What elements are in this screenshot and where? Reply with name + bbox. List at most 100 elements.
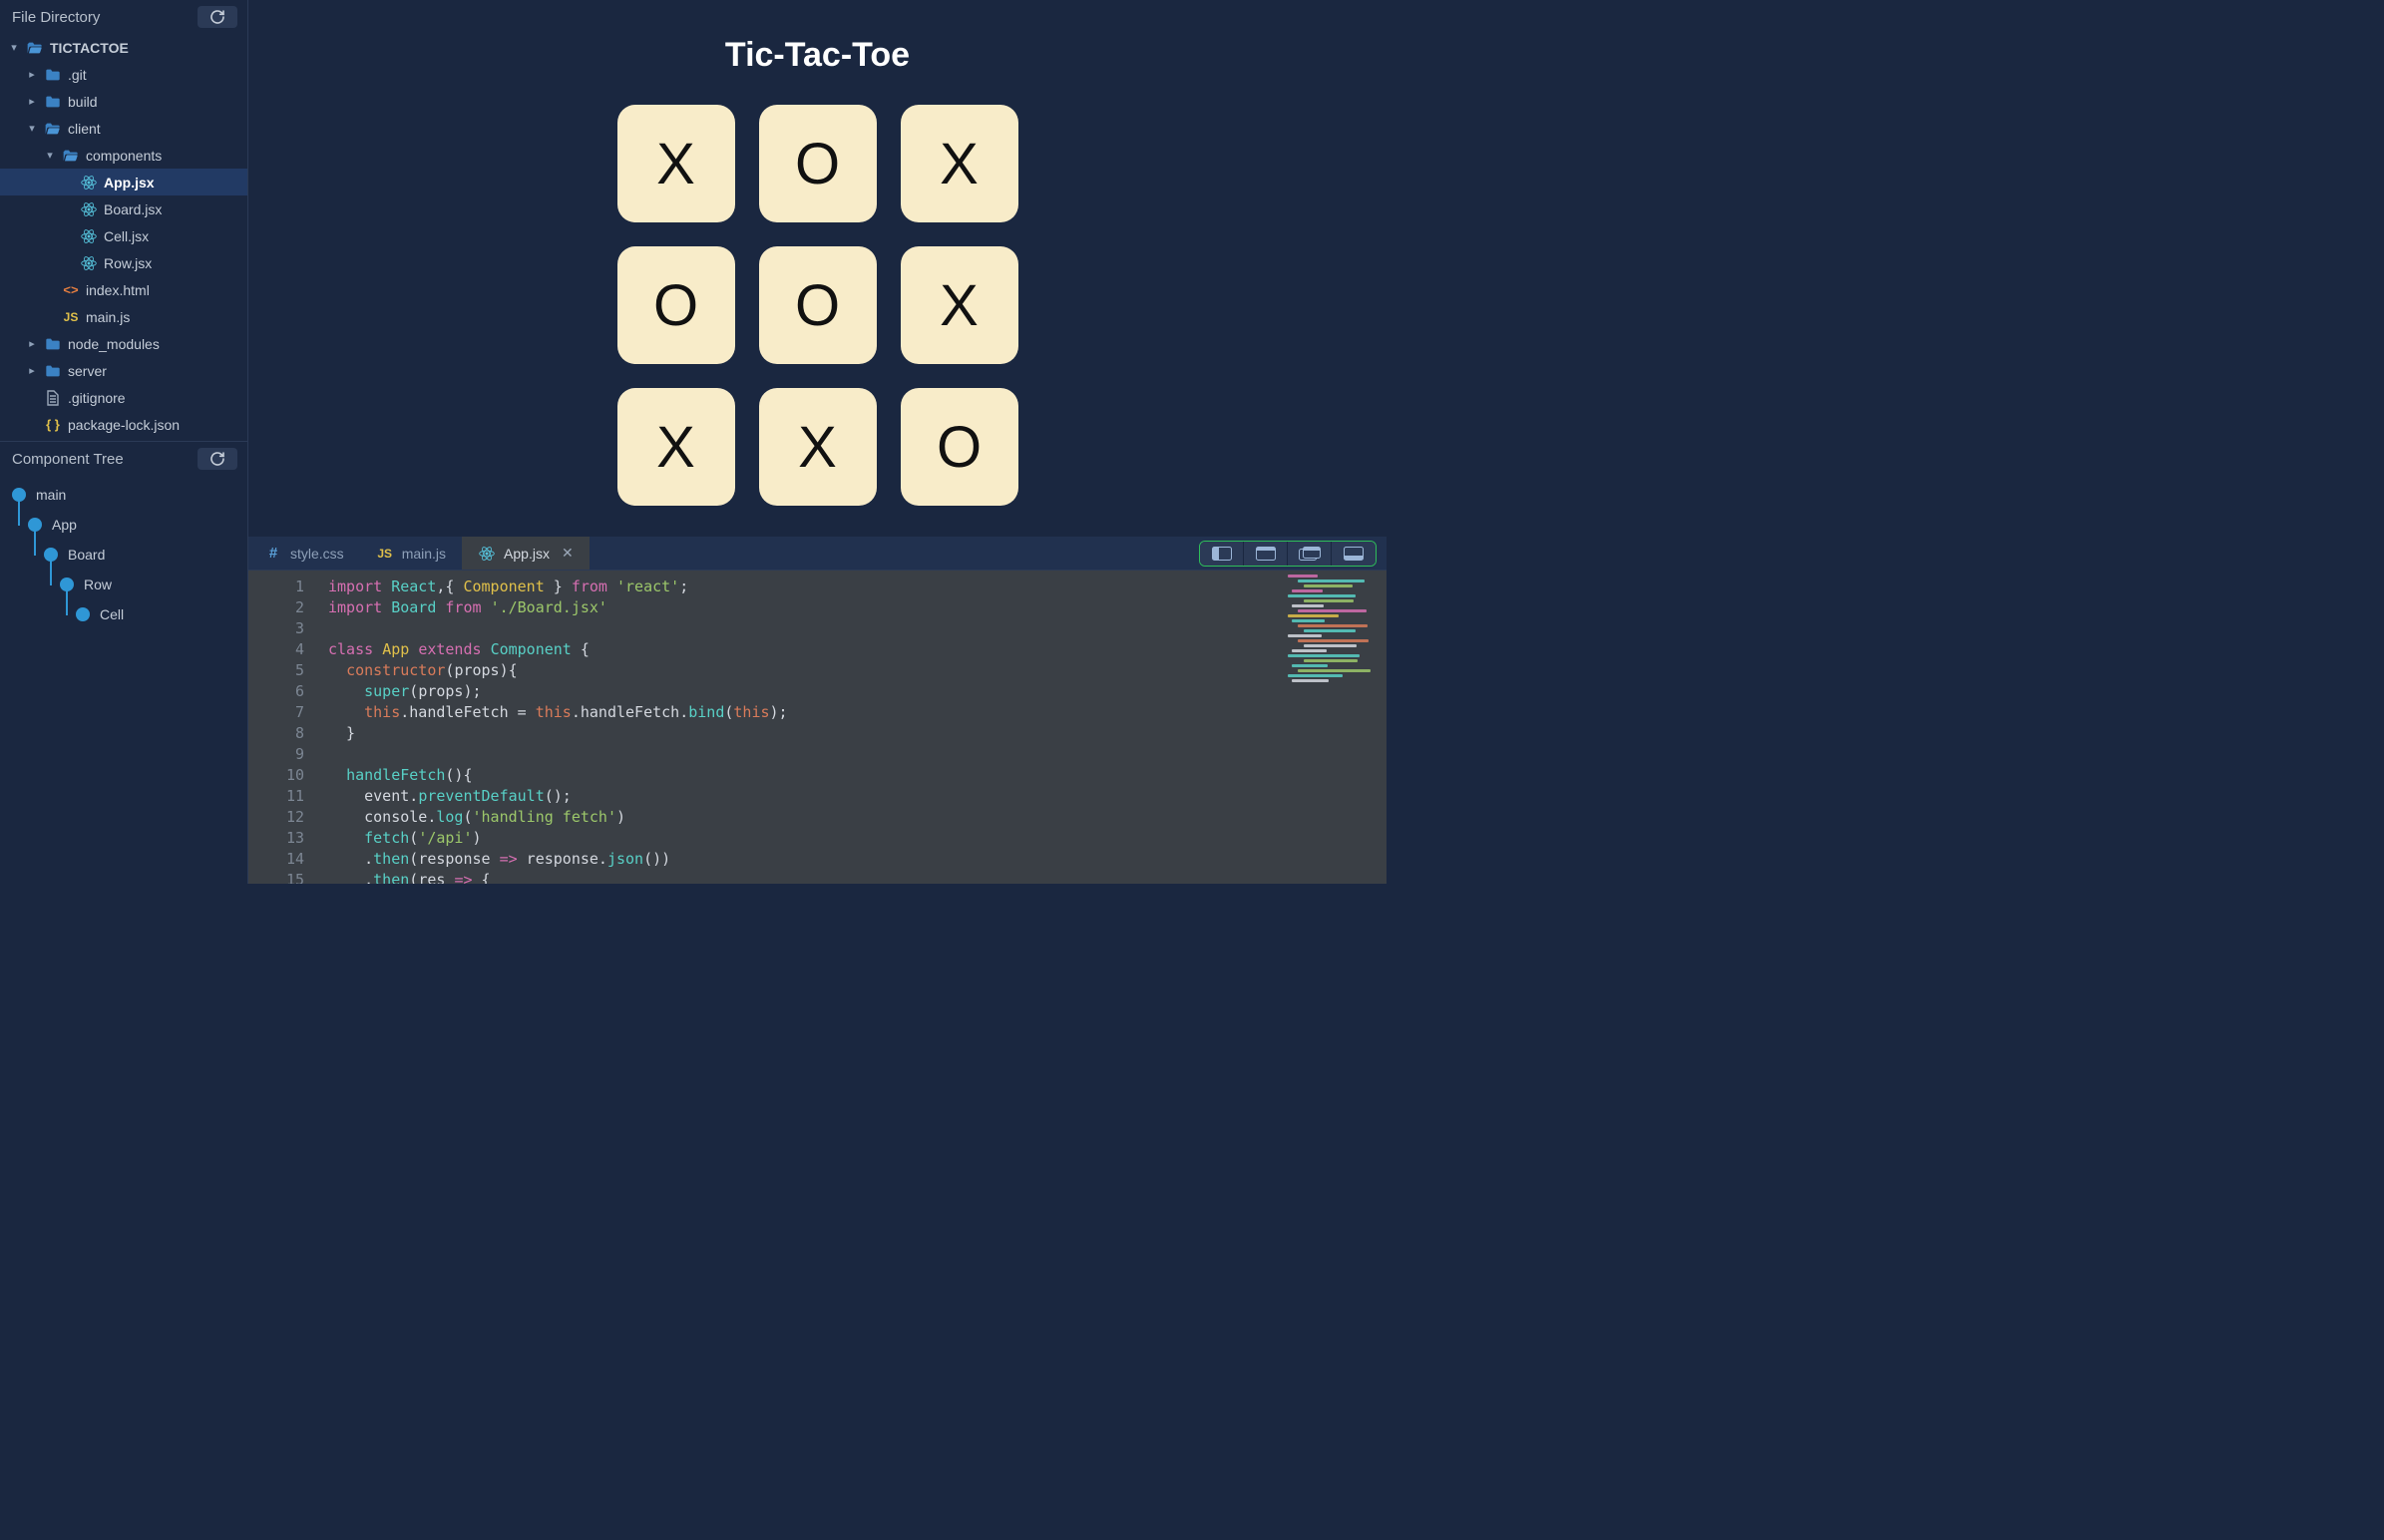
file-tree-item[interactable]: Board.jsx bbox=[0, 195, 247, 222]
file-directory-header: File Directory bbox=[0, 0, 247, 34]
folder-icon bbox=[44, 337, 62, 351]
component-tree-item-label: Board bbox=[68, 547, 105, 563]
file-tree-item[interactable]: Cell.jsx bbox=[0, 222, 247, 249]
chevron-right-icon[interactable]: ▸ bbox=[26, 95, 38, 108]
file-tree-item[interactable]: { }package-lock.json bbox=[0, 411, 247, 438]
layout-bottom-button[interactable] bbox=[1332, 542, 1376, 566]
folder-icon bbox=[44, 68, 62, 82]
file-tree[interactable]: ▾TICTACTOE▸.git▸build▾client▾components A… bbox=[0, 34, 247, 441]
node-dot-icon bbox=[28, 518, 42, 532]
layout-single-button[interactable] bbox=[1244, 542, 1288, 566]
board-cell[interactable]: X bbox=[901, 246, 1018, 364]
board-cell[interactable]: X bbox=[617, 388, 735, 506]
code-line: event.preventDefault(); bbox=[328, 786, 1387, 807]
file-tree-item[interactable]: ▸server bbox=[0, 357, 247, 384]
main: Tic-Tac-Toe XOXOOXXXO #style.cssJSmain.j… bbox=[248, 0, 1387, 884]
code-line: fetch('/api') bbox=[328, 828, 1387, 849]
file-tree-item[interactable]: Row.jsx bbox=[0, 249, 247, 276]
code-line: console.log('handling fetch') bbox=[328, 807, 1387, 828]
chevron-right-icon[interactable]: ▸ bbox=[26, 337, 38, 350]
line-number: 6 bbox=[248, 681, 304, 702]
board-cell[interactable]: O bbox=[617, 246, 735, 364]
editor-tab-label: style.css bbox=[290, 546, 344, 562]
refresh-file-tree-button[interactable] bbox=[198, 6, 237, 28]
file-tree-item[interactable]: ▸.git bbox=[0, 61, 247, 88]
file-tree-item-label: node_modules bbox=[68, 336, 247, 352]
folder-open-icon bbox=[62, 149, 80, 163]
component-tree-header: Component Tree bbox=[0, 442, 247, 476]
js-icon: JS bbox=[376, 547, 394, 561]
editor-layout-actions bbox=[1199, 541, 1377, 567]
component-tree-item[interactable]: Row bbox=[60, 570, 247, 599]
line-number: 7 bbox=[248, 702, 304, 723]
component-tree-item[interactable]: App bbox=[28, 510, 247, 540]
line-number: 12 bbox=[248, 807, 304, 828]
file-tree-item[interactable]: <> index.html bbox=[0, 276, 247, 303]
file-tree-item[interactable]: ▾TICTACTOE bbox=[0, 34, 247, 61]
code-line: class App extends Component { bbox=[328, 639, 1387, 660]
editor-tab[interactable]: App.jsx✕ bbox=[462, 537, 590, 570]
file-tree-item[interactable]: .gitignore bbox=[0, 384, 247, 411]
file-tree-item[interactable]: App.jsx bbox=[0, 169, 247, 195]
tictactoe-board: XOXOOXXXO bbox=[617, 105, 1018, 506]
folder-icon bbox=[44, 95, 62, 109]
code-editor: #style.cssJSmain.jsApp.jsx✕ bbox=[248, 537, 1387, 884]
board-cell[interactable]: O bbox=[759, 246, 877, 364]
file-tree-item-label: .gitignore bbox=[68, 390, 247, 406]
panel-stack-icon bbox=[1299, 547, 1321, 561]
file-tree-item[interactable]: ▾client bbox=[0, 115, 247, 142]
file-tree-item[interactable]: ▸build bbox=[0, 88, 247, 115]
component-tree-item-label: App bbox=[52, 517, 77, 533]
html-icon: <> bbox=[62, 282, 80, 297]
folder-icon bbox=[44, 364, 62, 378]
board-cell[interactable]: O bbox=[901, 388, 1018, 506]
chevron-down-icon[interactable]: ▾ bbox=[8, 41, 20, 54]
layout-split-left-button[interactable] bbox=[1200, 542, 1244, 566]
board-cell[interactable]: X bbox=[759, 388, 877, 506]
file-tree-item[interactable]: ▾components bbox=[0, 142, 247, 169]
code-content[interactable]: import React,{ Component } from 'react';… bbox=[320, 571, 1387, 884]
line-number: 11 bbox=[248, 786, 304, 807]
line-number: 13 bbox=[248, 828, 304, 849]
board-cell[interactable]: X bbox=[617, 105, 735, 222]
component-tree-item[interactable]: Board bbox=[44, 540, 247, 570]
chevron-right-icon[interactable]: ▸ bbox=[26, 68, 38, 81]
editor-tab[interactable]: JSmain.js bbox=[360, 537, 462, 570]
code-line: import Board from './Board.jsx' bbox=[328, 597, 1387, 618]
component-tree[interactable]: main App Board Row Cell bbox=[0, 476, 247, 639]
component-tree-item[interactable]: main bbox=[12, 480, 247, 510]
line-number: 10 bbox=[248, 765, 304, 786]
react-icon bbox=[80, 175, 98, 191]
component-tree-item-label: main bbox=[36, 487, 66, 503]
file-tree-item[interactable]: JSmain.js bbox=[0, 303, 247, 330]
line-gutter: 123456789101112131415 bbox=[248, 571, 320, 884]
chevron-down-icon[interactable]: ▾ bbox=[26, 122, 38, 135]
chevron-down-icon[interactable]: ▾ bbox=[44, 149, 56, 162]
code-line: import React,{ Component } from 'react'; bbox=[328, 577, 1387, 597]
editor-tab[interactable]: #style.css bbox=[248, 537, 360, 570]
panel-left-icon bbox=[1212, 547, 1232, 561]
file-tree-item-label: App.jsx bbox=[104, 175, 247, 191]
refresh-component-tree-button[interactable] bbox=[198, 448, 237, 470]
file-tree-item-label: index.html bbox=[86, 282, 247, 298]
app-preview: Tic-Tac-Toe XOXOOXXXO bbox=[248, 0, 1387, 537]
node-dot-icon bbox=[60, 578, 74, 591]
preview-title: Tic-Tac-Toe bbox=[725, 36, 910, 75]
component-tree-item[interactable]: Cell bbox=[76, 599, 247, 629]
folder-open-icon bbox=[26, 41, 44, 55]
file-tree-item[interactable]: ▸ node_modules bbox=[0, 330, 247, 357]
chevron-right-icon[interactable]: ▸ bbox=[26, 364, 38, 377]
board-cell[interactable]: X bbox=[901, 105, 1018, 222]
node-dot-icon bbox=[76, 607, 90, 621]
code-area[interactable]: 123456789101112131415 import React,{ Com… bbox=[248, 571, 1387, 884]
close-tab-icon[interactable]: ✕ bbox=[562, 545, 574, 562]
react-icon bbox=[80, 201, 98, 217]
board-cell[interactable]: O bbox=[759, 105, 877, 222]
node-dot-icon bbox=[44, 548, 58, 562]
layout-stack-button[interactable] bbox=[1288, 542, 1332, 566]
refresh-icon bbox=[209, 9, 225, 25]
code-line: super(props); bbox=[328, 681, 1387, 702]
code-line: handleFetch(){ bbox=[328, 765, 1387, 786]
code-line: this.handleFetch = this.handleFetch.bind… bbox=[328, 702, 1387, 723]
component-tree-item-label: Cell bbox=[100, 606, 124, 622]
